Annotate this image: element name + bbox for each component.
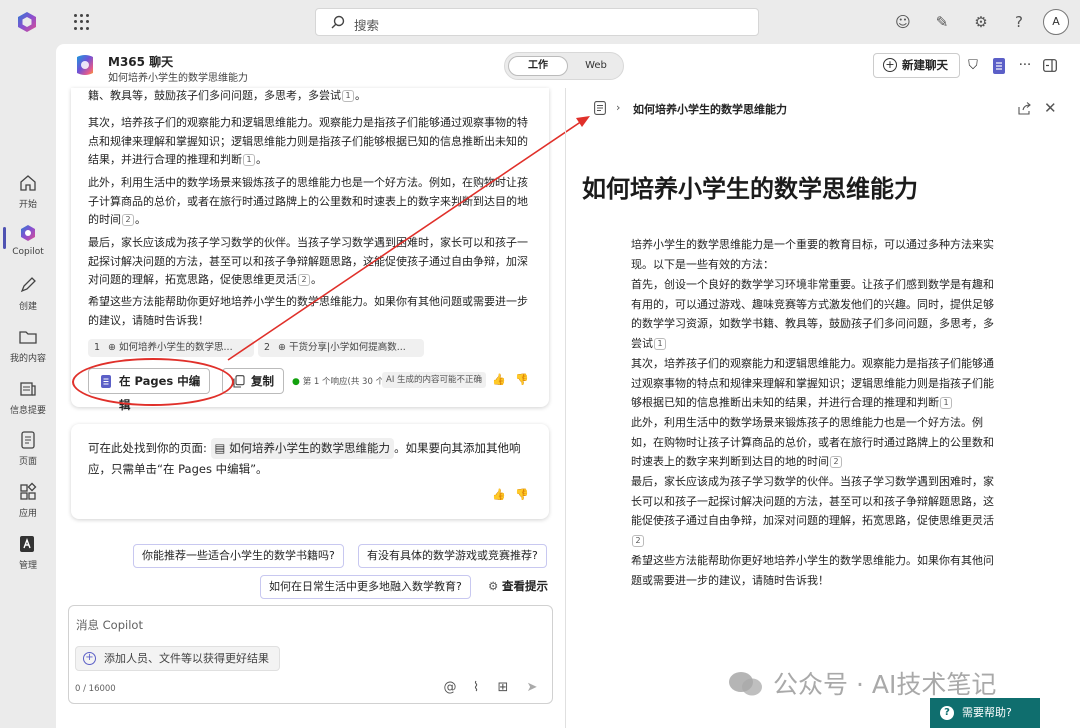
share-icon[interactable] (1018, 102, 1032, 115)
watermark-text: 公众号 · AI技术笔记 (773, 670, 997, 699)
need-help-button[interactable]: ? 需要帮助? (930, 698, 1040, 728)
view-prompts-button[interactable]: ⚙ 查看提示 (488, 578, 548, 594)
prompts-icon: ⚙ (488, 579, 502, 593)
page-paragraph: 其次，培养孩子们的观察能力和逻辑思维能力。观察能力是指孩子们能够通过观察事物的特… (631, 357, 994, 409)
close-icon[interactable]: ✕ (1044, 99, 1057, 117)
citation-badge[interactable]: 2 (830, 456, 842, 468)
page-icon: ▤ (214, 441, 230, 455)
mention-icon[interactable]: @ (442, 680, 458, 696)
citation-badge[interactable]: 1 (940, 397, 952, 409)
message-placeholder[interactable]: 消息 Copilot (76, 617, 143, 633)
page-paragraph: 此外，利用生活中的数学场景来锻炼孩子的思维能力也是一个好方法。例如，在购物时让孩… (631, 416, 994, 468)
apps-grid-icon[interactable]: ⊞ (495, 680, 511, 696)
page-title: 如何培养小学生的数学思维能力 (582, 175, 918, 203)
page-paragraph: 培养小学生的数学思维能力是一个重要的教育目标，可以通过多种方法来实现。以下是一些… (631, 238, 994, 271)
suggestion-chip[interactable]: 你能推荐一些适合小学生的数学书籍吗? (133, 544, 344, 568)
page-paragraph: 首先，创设一个良好的数学学习环境非常重要。让孩子们感到数学是有趣和有用的，可以通… (631, 278, 994, 350)
add-icon: + (83, 652, 96, 665)
send-icon[interactable]: ➤ (524, 680, 540, 696)
chevron-right-icon: › (616, 101, 621, 114)
page-link-message: 可在此处找到你的页面: ▤ 如何培养小学生的数学思维能力 。如果要向其添加其他响应… (88, 438, 534, 480)
suggestion-chip[interactable]: 有没有具体的数学游戏或竞赛推荐? (358, 544, 547, 568)
question-icon: ? (940, 706, 954, 720)
thumbs-up-icon[interactable]: 👍 (492, 488, 506, 502)
page-link-chip[interactable]: ▤ 如何培养小学生的数学思维能力 (210, 438, 395, 459)
suggestion-chip[interactable]: 如何在日常生活中更多地融入数学教育? (260, 575, 471, 599)
citation-badge[interactable]: 2 (632, 534, 644, 547)
pane-divider (565, 88, 566, 728)
page-paragraph: 最后，家长应该成为孩子学习数学的伙伴。当孩子学习数学遇到困难时，家长可以和孩子一… (631, 475, 994, 547)
char-counter: 0 / 16000 (75, 684, 116, 694)
breadcrumb[interactable]: 如何培养小学生的数学思维能力 (633, 101, 787, 117)
citation-badge[interactable]: 1 (654, 337, 666, 350)
thumbs-down-icon[interactable]: 👎 (515, 488, 529, 502)
add-people-files-button[interactable]: + 添加人员、文件等以获得更好结果 (75, 646, 280, 671)
page-icon (594, 101, 606, 115)
page-paragraph: 希望这些方法能帮助你更好地培养小学生的数学思维能力。如果你有其他问题或需要进一步… (631, 554, 994, 587)
attach-icon[interactable]: ⌇ (468, 680, 484, 696)
